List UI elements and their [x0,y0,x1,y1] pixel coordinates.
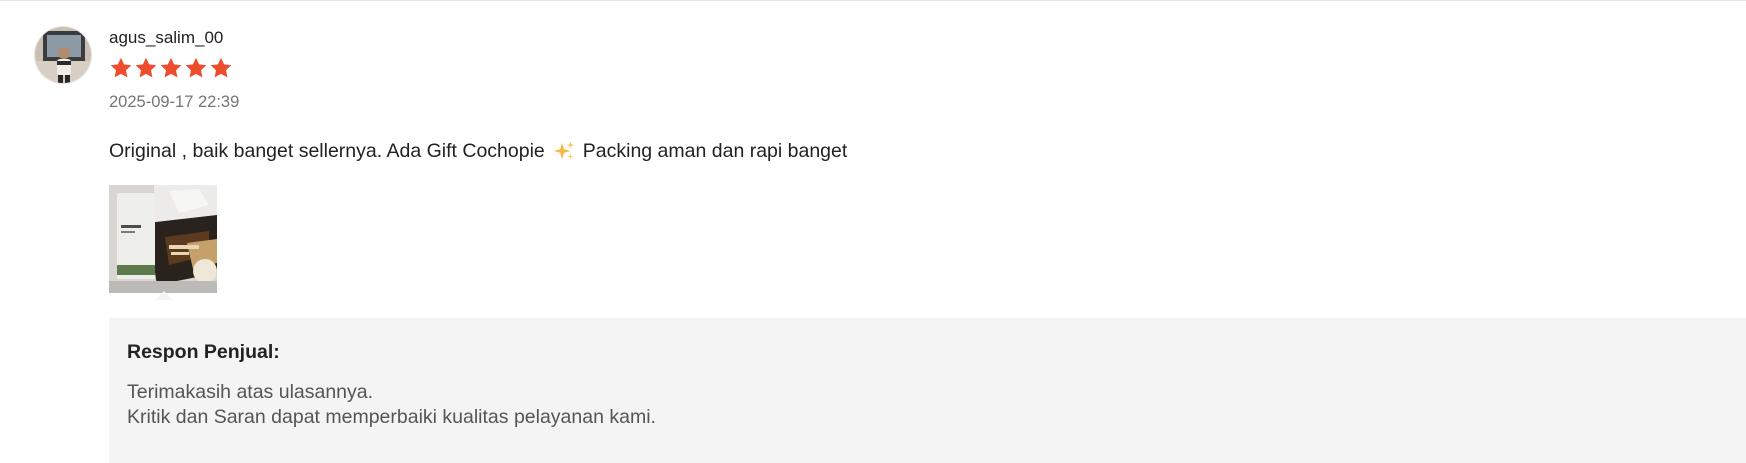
comment-text-part1: Original , baik banget sellernya. Ada Gi… [109,140,545,162]
star-filled-icon [185,57,207,78]
review-comment: Original , baik banget sellernya. Ada Gi… [109,139,1746,163]
seller-response-line: Terimakasih atas ulasannya. [127,381,374,403]
review-content: agus_salim_00 2025-09-17 22:39 Original … [109,28,1746,300]
review-photo-thumbnail[interactable] [109,185,217,293]
seller-response-body: Terimakasih atas ulasannya. Kritik dan S… [127,380,1746,430]
sparkles-emoji-icon [553,141,574,160]
seller-response-title: Respon Penjual: [127,341,280,363]
product-review: agus_salim_00 2025-09-17 22:39 Original … [0,0,1746,463]
star-filled-icon [160,57,182,78]
review-timestamp: 2025-09-17 22:39 [109,93,240,111]
rating-stars [109,56,1746,80]
star-filled-icon [110,57,132,78]
response-caret [155,291,173,300]
username[interactable]: agus_salim_00 [109,28,1746,48]
star-filled-icon [210,57,232,78]
star-filled-icon [135,57,157,78]
user-avatar[interactable] [34,26,92,84]
review-media [109,185,217,300]
seller-response-line: Kritik dan Saran dapat memperbaiki kuali… [127,406,656,428]
seller-response: Respon Penjual: Terimakasih atas ulasann… [109,318,1746,463]
comment-text-part2: Packing aman dan rapi banget [582,140,848,162]
